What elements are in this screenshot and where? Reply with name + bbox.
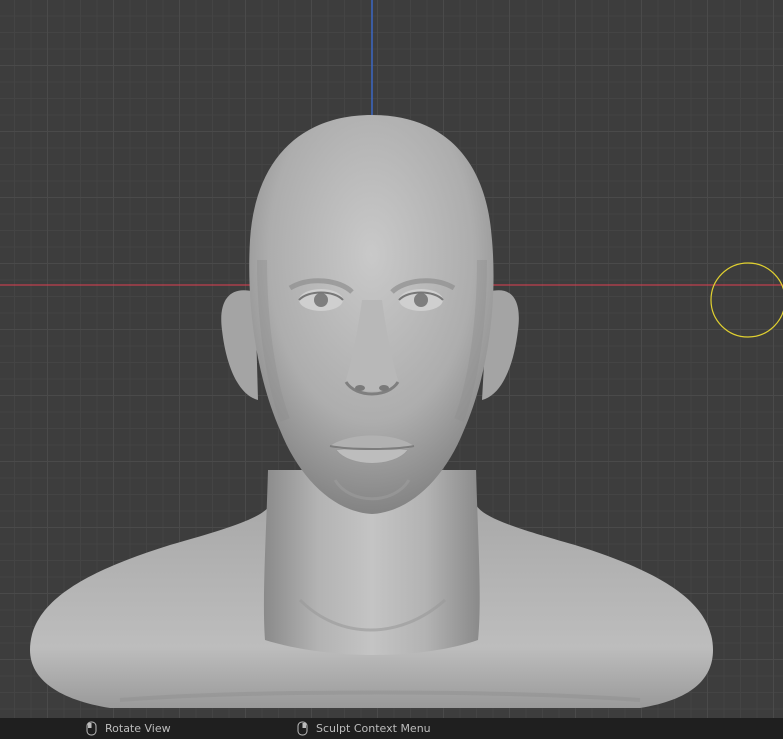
3d-viewport[interactable] bbox=[0, 0, 783, 718]
mouse-left-icon bbox=[86, 721, 97, 736]
hint-label: Rotate View bbox=[105, 722, 171, 735]
right-eye bbox=[398, 289, 444, 311]
viewport-scene bbox=[0, 0, 783, 708]
hint-label: Sculpt Context Menu bbox=[316, 722, 431, 735]
status-bar: Rotate View Sculpt Context Menu bbox=[0, 718, 783, 739]
hint-sculpt-context-menu: Sculpt Context Menu bbox=[297, 721, 431, 736]
left-eye bbox=[298, 289, 344, 311]
hint-rotate-view: Rotate View bbox=[86, 721, 171, 736]
brush-cursor-circle bbox=[710, 262, 783, 338]
mouse-right-icon bbox=[297, 721, 308, 736]
